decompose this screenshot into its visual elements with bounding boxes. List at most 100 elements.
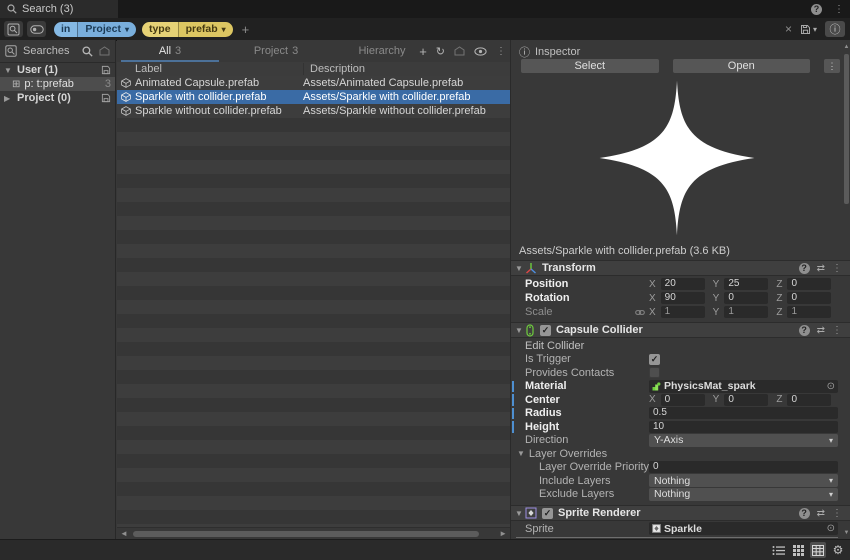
foldout-open-icon[interactable]: ▼: [4, 66, 13, 75]
object-picker-icon[interactable]: ⊙: [827, 523, 835, 534]
save-icon[interactable]: [101, 65, 111, 75]
capsule-collider-component-header[interactable]: ▼ ✓ Capsule Collider ? ⇄ ⋮: [511, 322, 850, 338]
column-description[interactable]: Description: [303, 63, 365, 75]
table-view-button[interactable]: [810, 542, 826, 558]
scale-y-field[interactable]: 1: [724, 306, 768, 318]
result-row[interactable]: Sparkle without collider.prefab Assets/S…: [117, 104, 510, 118]
scroll-down-icon[interactable]: ▼: [843, 530, 850, 536]
result-row[interactable]: Animated Capsule.prefab Assets/Animated …: [117, 76, 510, 90]
save-search-button[interactable]: ▾: [800, 24, 817, 35]
presets-icon[interactable]: ⇄: [817, 325, 825, 336]
component-menu-icon[interactable]: ⋮: [832, 508, 842, 519]
filter-chip-type[interactable]: type prefab ▾: [142, 22, 233, 37]
sprite-renderer-component-header[interactable]: ▼ ✓ Sprite Renderer ? ⇄ ⋮: [511, 505, 850, 521]
presets-icon[interactable]: ⇄: [817, 263, 825, 274]
link-icon[interactable]: [635, 308, 645, 317]
include-layers-dropdown[interactable]: Nothing ▾: [649, 474, 838, 487]
rotation-y-field[interactable]: 0: [724, 292, 768, 304]
sidebar-group-user[interactable]: ▼ User (1): [0, 63, 115, 77]
scroll-up-icon[interactable]: ▲: [843, 44, 850, 50]
foldout-open-icon[interactable]: ▼: [517, 449, 525, 458]
results-menu-icon[interactable]: ⋮: [496, 46, 506, 57]
scroll-right-icon[interactable]: ►: [499, 529, 507, 538]
filter-chip-in[interactable]: in Project ▾: [54, 22, 136, 37]
frame-search-icon: [7, 23, 20, 36]
center-y-field[interactable]: 0: [724, 394, 768, 406]
titlebar: Search (3) ? ⋮: [0, 0, 850, 18]
scrollbar-thumb[interactable]: [844, 54, 849, 204]
select-button[interactable]: Select: [521, 59, 659, 73]
tab-project[interactable]: Project 3: [223, 40, 329, 62]
object-picker-icon[interactable]: ⊙: [827, 381, 835, 392]
layer-override-priority-field[interactable]: 0: [649, 461, 838, 473]
panel-splitter[interactable]: [516, 537, 838, 538]
rotation-x-field[interactable]: 90: [661, 292, 705, 304]
open-button[interactable]: Open: [673, 59, 811, 73]
direction-dropdown[interactable]: Y-Axis ▾: [649, 434, 838, 447]
sidebar-group-project[interactable]: ▶ Project (0): [0, 91, 115, 105]
help-icon[interactable]: ?: [811, 4, 822, 15]
help-icon[interactable]: ?: [799, 508, 810, 519]
position-x-field[interactable]: 20: [661, 278, 705, 290]
foldout-open-icon[interactable]: ▼: [515, 326, 525, 335]
component-title: Capsule Collider: [556, 324, 643, 336]
package-icon[interactable]: [454, 46, 465, 56]
search-info-toggle-button[interactable]: ⓘ: [825, 21, 845, 37]
clear-search-button[interactable]: ×: [785, 22, 792, 36]
transform-component-header[interactable]: ▼ Transform ? ⇄ ⋮: [511, 260, 850, 276]
filter-value-dropdown[interactable]: prefab ▾: [178, 22, 233, 37]
material-object-field[interactable]: PhysicsMat_spark ⊙: [649, 380, 838, 393]
foldout-closed-icon[interactable]: ▶: [4, 94, 13, 103]
position-y-field[interactable]: 25: [724, 278, 768, 290]
chevron-down-icon: ▾: [125, 25, 129, 34]
foldout-open-icon[interactable]: ▼: [515, 264, 525, 273]
component-menu-icon[interactable]: ⋮: [832, 263, 842, 274]
inspector-menu-button[interactable]: ⋮: [824, 59, 840, 73]
rotation-z-field[interactable]: 0: [787, 292, 831, 304]
window-menu-icon[interactable]: ⋮: [834, 4, 844, 15]
layer-overrides-foldout[interactable]: ▼ Layer Overrides: [511, 447, 850, 461]
exclude-layers-dropdown[interactable]: Nothing ▾: [649, 488, 838, 501]
is-trigger-checkbox[interactable]: ✓: [649, 354, 660, 365]
help-icon[interactable]: ?: [799, 325, 810, 336]
eye-icon[interactable]: [474, 47, 487, 56]
settings-gear-button[interactable]: ⚙: [830, 542, 846, 558]
vertical-scrollbar[interactable]: ▲ ▼: [843, 40, 850, 540]
center-x-field[interactable]: 0: [661, 394, 705, 406]
scroll-left-icon[interactable]: ◄: [120, 529, 128, 538]
position-z-field[interactable]: 0: [787, 278, 831, 290]
add-tab-button[interactable]: +: [419, 44, 427, 59]
query-builder-toggle-button[interactable]: [27, 21, 46, 37]
grid-view-button[interactable]: [790, 542, 806, 558]
height-field[interactable]: 10: [649, 421, 838, 433]
field-label: Sprite: [511, 523, 649, 535]
sprite-object-field[interactable]: Sparkle ⊙: [649, 522, 838, 535]
list-view-button[interactable]: [770, 542, 786, 558]
add-filter-button[interactable]: +: [242, 22, 250, 37]
search-window-tab[interactable]: Search (3): [0, 0, 118, 18]
filter-value-dropdown[interactable]: Project ▾: [77, 22, 136, 37]
result-row-selected[interactable]: Sparkle with collider.prefab Assets/Spar…: [117, 90, 510, 104]
foldout-open-icon[interactable]: ▼: [515, 509, 525, 518]
scrollbar-thumb[interactable]: [133, 531, 479, 537]
save-icon[interactable]: [101, 93, 111, 103]
search-icon[interactable]: [82, 46, 93, 57]
position-row: Position X20 Y25 Z0: [511, 277, 850, 291]
inspect-picker-button[interactable]: [4, 21, 23, 37]
presets-icon[interactable]: ⇄: [817, 508, 825, 519]
package-icon[interactable]: [99, 46, 110, 56]
column-label[interactable]: Label: [117, 63, 303, 75]
refresh-icon[interactable]: ↻: [436, 45, 445, 58]
sidebar-item-saved-search[interactable]: ⊞ p: t:prefab 3: [0, 77, 115, 91]
radius-field[interactable]: 0.5: [649, 407, 838, 419]
component-enabled-checkbox[interactable]: ✓: [540, 325, 551, 336]
component-enabled-checkbox[interactable]: ✓: [542, 508, 553, 519]
center-z-field[interactable]: 0: [787, 394, 831, 406]
help-icon[interactable]: ?: [799, 263, 810, 274]
component-menu-icon[interactable]: ⋮: [832, 325, 842, 336]
scale-x-field[interactable]: 1: [661, 306, 705, 318]
provides-contacts-checkbox[interactable]: [649, 367, 660, 378]
scale-z-field[interactable]: 1: [787, 306, 831, 318]
tab-all[interactable]: All 3: [117, 40, 223, 62]
edit-collider-label[interactable]: Edit Collider: [511, 340, 649, 352]
